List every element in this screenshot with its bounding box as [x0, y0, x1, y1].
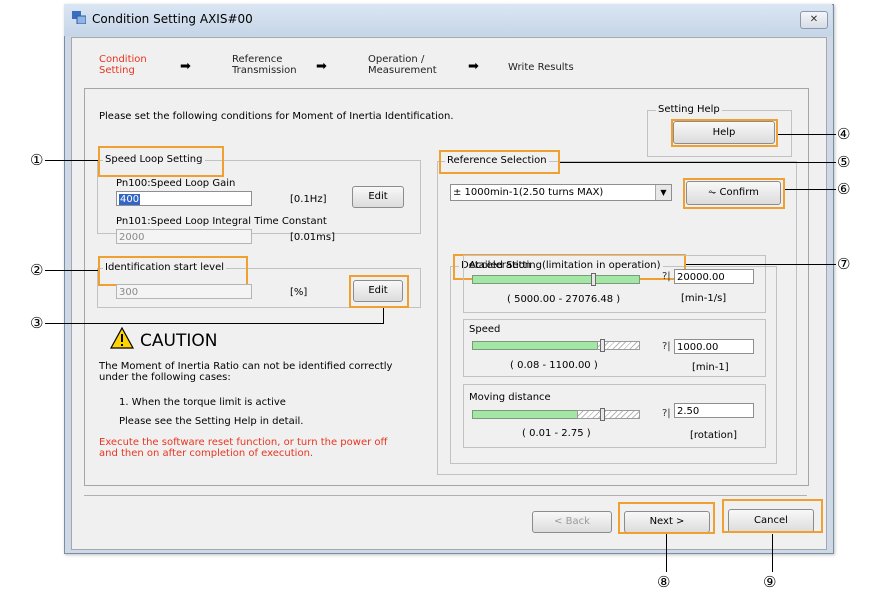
footer-divider — [84, 495, 807, 496]
callout-line — [686, 264, 836, 265]
acceleration-help-icon[interactable]: ?| — [662, 271, 671, 282]
acceleration-label: Acceleration — [469, 260, 532, 271]
highlight-box — [98, 146, 224, 177]
speed-unit: [min-1] — [692, 362, 729, 373]
speed-label: Speed — [469, 324, 501, 335]
callout-line — [785, 189, 836, 190]
back-button[interactable]: < Back — [532, 511, 612, 533]
caution-warning-1: Execute the software reset function, or … — [99, 437, 388, 448]
speed-help-icon[interactable]: ?| — [662, 341, 671, 352]
step-arrow-icon: ➡ — [468, 59, 479, 74]
highlight-box — [98, 256, 248, 286]
speed-loop-gain-field[interactable]: 400 — [116, 191, 252, 206]
close-button[interactable]: ✕ — [800, 11, 828, 29]
highlight-box — [439, 150, 560, 174]
distance-slider[interactable] — [472, 410, 578, 419]
callout-line — [45, 270, 98, 271]
distance-slider-thumb[interactable] — [600, 408, 605, 421]
speed-loop-edit-button[interactable]: Edit — [352, 186, 404, 208]
ident-start-field[interactable]: 300 — [116, 284, 252, 299]
speed-field[interactable]: 1000.00 — [674, 339, 754, 354]
caution-warning-2: and then on after completion of executio… — [99, 448, 314, 459]
warning-icon — [109, 326, 135, 352]
ident-start-unit: [%] — [290, 287, 308, 298]
reference-select[interactable]: ± 1000min-1(2.50 turns MAX) ▼ — [450, 184, 672, 201]
callout-1: ① — [30, 151, 44, 169]
distance-range: ( 0.01 - 2.75 ) — [522, 428, 591, 439]
highlight-box — [722, 499, 823, 533]
highlight-box — [618, 502, 715, 534]
speed-range: ( 0.08 - 1100.00 ) — [510, 360, 598, 371]
distance-slider-limit-zone — [577, 410, 640, 419]
speed-loop-gain-label: Pn100:Speed Loop Gain — [116, 178, 236, 189]
highlight-box — [349, 275, 409, 308]
callout-5: ⑤ — [837, 153, 851, 171]
callout-line — [666, 534, 667, 572]
callout-9: ⑨ — [763, 573, 777, 591]
distance-field[interactable]: 2.50 — [674, 403, 754, 418]
speed-loop-integral-unit: [0.01ms] — [290, 232, 336, 243]
reference-selected-value: ± 1000min-1(2.50 turns MAX) — [453, 187, 604, 198]
window-title: Condition Setting AXIS#00 — [92, 12, 253, 26]
callout-4: ④ — [837, 125, 851, 143]
callout-line — [778, 134, 836, 135]
acceleration-field[interactable]: 20000.00 — [674, 269, 754, 284]
acceleration-slider-thumb[interactable] — [591, 273, 596, 286]
callout-line — [383, 308, 384, 324]
acceleration-slider[interactable] — [472, 275, 640, 284]
step-arrow-icon: ➡ — [316, 59, 327, 74]
highlight-box — [683, 178, 785, 209]
speed-slider[interactable] — [472, 341, 598, 350]
step-write-results: Write Results — [508, 62, 574, 73]
speed-loop-gain-unit: [0.1Hz] — [290, 194, 327, 205]
callout-7: ⑦ — [837, 255, 851, 273]
highlight-box — [671, 119, 778, 147]
callout-line — [772, 534, 773, 572]
caution-text-2: under the following cases: — [99, 372, 231, 383]
caution-item-1: 1. When the torque limit is active — [119, 397, 286, 408]
step-condition-setting: Condition Setting — [99, 54, 147, 76]
callout-line — [45, 323, 383, 324]
speed-loop-integral-label: Pn101:Speed Loop Integral Time Constant — [116, 216, 327, 227]
step-operation-measurement: Operation / Measurement — [368, 54, 437, 76]
speed-slider-thumb[interactable] — [600, 339, 605, 352]
caution-title: CAUTION — [140, 331, 218, 351]
speed-loop-integral-field[interactable]: 2000 — [116, 229, 252, 244]
callout-6: ⑥ — [837, 180, 851, 198]
callout-3: ③ — [30, 314, 44, 332]
chevron-down-icon[interactable]: ▼ — [655, 185, 671, 200]
intro-text: Please set the following conditions for … — [99, 111, 454, 122]
distance-unit: [rotation] — [690, 430, 738, 441]
acceleration-unit: [min-1/s] — [681, 293, 727, 304]
acceleration-range: ( 5000.00 - 27076.48 ) — [507, 294, 621, 305]
step-reference-transmission: Reference Transmission — [232, 54, 297, 76]
setting-help-label: Setting Help — [656, 104, 722, 115]
distance-help-icon[interactable]: ?| — [662, 408, 671, 419]
caution-text-1: The Moment of Inertia Ratio can not be i… — [99, 361, 393, 372]
step-arrow-icon: ➡ — [180, 59, 191, 74]
callout-line — [45, 160, 98, 161]
callout-8: ⑧ — [657, 573, 671, 591]
app-icon — [72, 11, 87, 25]
callout-line — [560, 162, 836, 163]
callout-2: ② — [30, 261, 44, 279]
distance-label: Moving distance — [469, 392, 551, 403]
caution-item-2: Please see the Setting Help in detail. — [119, 416, 304, 427]
speed-loop-gain-value: 400 — [119, 194, 141, 205]
